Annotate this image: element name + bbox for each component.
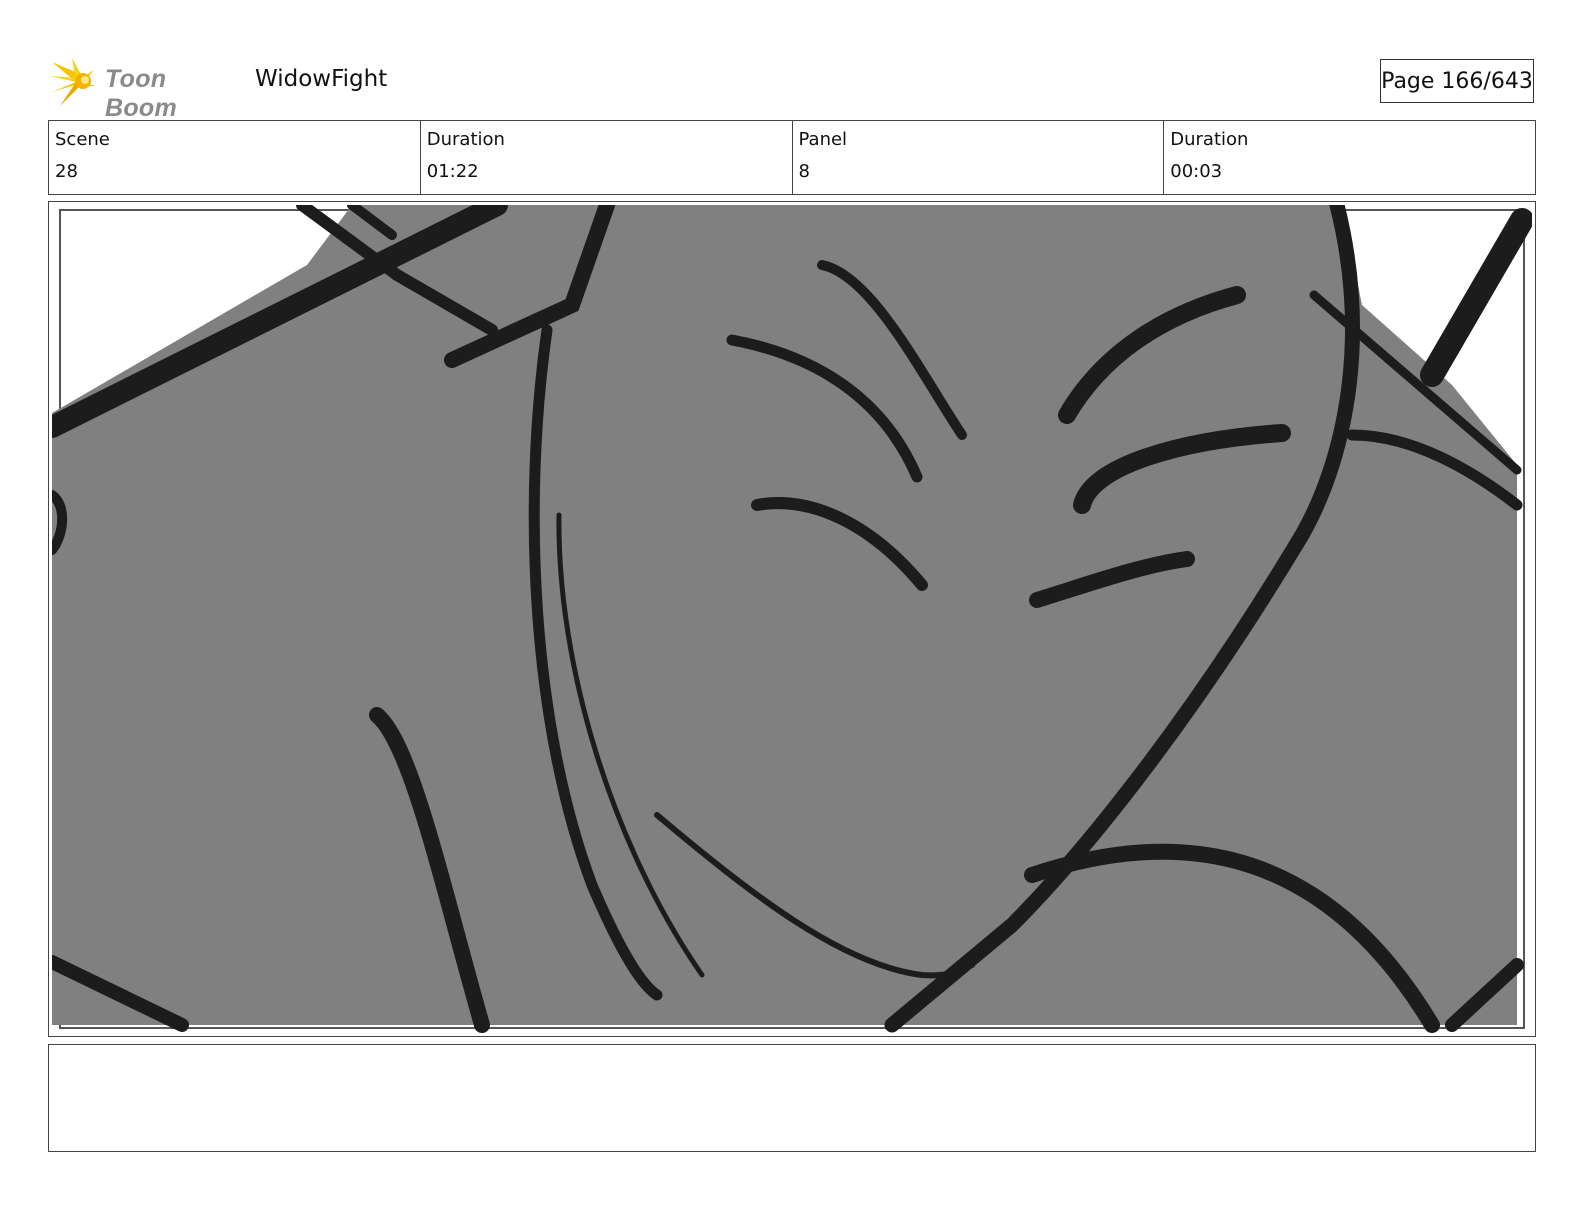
hair-tip-right bbox=[1420, 208, 1532, 387]
panel-cell: Panel 8 bbox=[793, 121, 1165, 194]
panel-value: 8 bbox=[798, 161, 810, 182]
scene-cell: Scene 28 bbox=[49, 121, 421, 194]
panel-notes bbox=[48, 1044, 1536, 1152]
storyboard-panel bbox=[48, 201, 1536, 1037]
panel-duration-value: 00:03 bbox=[1170, 161, 1223, 182]
panel-drawing bbox=[52, 205, 1532, 1033]
logo-text: Toon Boom bbox=[105, 65, 178, 122]
scene-duration-cell: Duration 01:22 bbox=[421, 121, 793, 194]
panel-duration-cell: Duration 00:03 bbox=[1164, 121, 1535, 194]
panel-info-table: Scene 28 Duration 01:22 Panel 8 Duration… bbox=[48, 120, 1536, 195]
panel-label: Panel bbox=[798, 129, 848, 150]
panel-duration-label: Duration bbox=[1170, 129, 1249, 150]
scene-duration-value: 01:22 bbox=[426, 161, 479, 182]
scene-value: 28 bbox=[55, 161, 78, 182]
starburst-icon bbox=[50, 58, 96, 106]
scene-duration-label: Duration bbox=[426, 129, 505, 150]
project-title: WidowFight bbox=[255, 66, 388, 92]
scene-label: Scene bbox=[55, 129, 110, 150]
toon-boom-logo: Toon Boom bbox=[50, 56, 240, 122]
page-indicator: Page 166/643 bbox=[1380, 59, 1534, 103]
